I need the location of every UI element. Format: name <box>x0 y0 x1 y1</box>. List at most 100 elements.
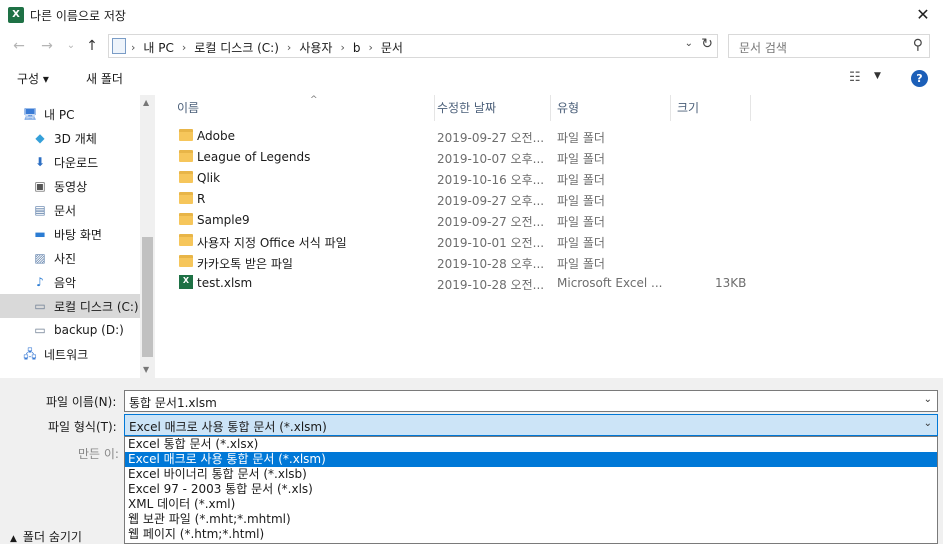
forward-button[interactable]: → <box>38 37 56 55</box>
tree-item[interactable]: ▤ 문서 <box>0 198 140 222</box>
file-name: League of Legends <box>197 150 311 164</box>
column-header-size[interactable]: 크기 <box>669 95 751 121</box>
file-row[interactable]: Sample9 2019-09-27 오전... 파일 폴더 <box>155 210 943 231</box>
picture-icon: ▨ <box>34 251 46 265</box>
close-button[interactable]: ✕ <box>903 0 943 30</box>
file-name: Adobe <box>197 129 235 143</box>
file-list: 이름 ^ 수정한 날짜 유형 크기 Adobe 2019-09-27 오전... 파… <box>155 95 943 378</box>
filetype-option[interactable]: Excel 97 - 2003 통합 문서 (*.xls) <box>125 482 937 497</box>
tree-item[interactable]: ▨ 사진 <box>0 246 140 270</box>
tree-item[interactable]: 🖥 내 PC <box>0 102 140 126</box>
tree-item-label: 내 PC <box>44 107 75 122</box>
recent-locations-dropdown[interactable]: ⌄ <box>62 37 80 55</box>
authors-label: 만든 이: <box>78 447 119 461</box>
back-button[interactable]: ← <box>10 37 28 55</box>
nav-pane-scrollbar[interactable]: ▲ ▼ <box>140 95 155 378</box>
file-type: 파일 폴더 <box>557 131 605 145</box>
filetype-dropdown-icon[interactable]: ⌄ <box>924 418 932 429</box>
file-date: 2019-10-28 오전... <box>437 278 545 292</box>
file-type: 파일 폴더 <box>557 152 605 166</box>
tree-item-label: 사진 <box>54 251 77 266</box>
file-name: 사용자 지정 Office 서식 파일 <box>197 236 347 250</box>
column-header-name[interactable]: 이름 ^ <box>169 95 435 121</box>
filetype-option[interactable]: Excel 바이너리 통합 문서 (*.xlsb) <box>125 467 937 482</box>
tree-item[interactable]: ▣ 동영상 <box>0 174 140 198</box>
tree-item[interactable]: ♪ 음악 <box>0 270 140 294</box>
breadcrumb-separator-icon[interactable]: › <box>340 41 344 54</box>
folder-icon <box>179 255 193 267</box>
command-toolbar: 구성 ▾ 새 폴더 ☷ ▼ ? <box>0 62 943 94</box>
address-dropdown-icon[interactable]: ⌄ <box>685 38 693 49</box>
filename-dropdown-icon[interactable]: ⌄ <box>924 394 932 405</box>
file-row[interactable]: R 2019-09-27 오후... 파일 폴더 <box>155 189 943 210</box>
scroll-thumb[interactable] <box>142 237 153 357</box>
new-folder-button[interactable]: 새 폴더 <box>86 70 123 87</box>
search-icon[interactable]: ⚲ <box>913 37 923 53</box>
search-placeholder: 문서 검색 <box>739 41 787 55</box>
file-row[interactable]: League of Legends 2019-10-07 오후... 파일 폴더 <box>155 147 943 168</box>
breadcrumb-item[interactable]: 문서 <box>381 39 403 56</box>
column-header-date[interactable]: 수정한 날짜 <box>429 95 551 121</box>
scroll-up-icon[interactable]: ▲ <box>143 98 149 107</box>
tree-item[interactable]: ▬ 바탕 화면 <box>0 222 140 246</box>
help-icon[interactable]: ? <box>911 70 928 87</box>
breadcrumb-separator-icon[interactable]: › <box>368 41 372 54</box>
filename-field[interactable]: 통합 문서1.xlsm ⌄ <box>124 390 938 412</box>
breadcrumb-separator-icon[interactable]: › <box>131 41 135 54</box>
filetype-option[interactable]: Excel 통합 문서 (*.xlsx) <box>125 437 937 452</box>
file-name: test.xlsm <box>197 276 253 290</box>
up-button[interactable]: ↑ <box>83 37 101 55</box>
breadcrumb-item[interactable]: 로컬 디스크 (C:) <box>194 39 279 56</box>
filetype-option[interactable]: 웹 보관 파일 (*.mht;*.mhtml) <box>125 512 937 527</box>
breadcrumb-item[interactable]: 사용자 <box>299 39 332 56</box>
tree-item[interactable]: ⬇ 다운로드 <box>0 150 140 174</box>
folder-icon <box>179 192 193 204</box>
filetype-select[interactable]: Excel 매크로 사용 통합 문서 (*.xlsm) ⌄ <box>124 414 938 436</box>
filetype-option[interactable]: Excel 매크로 사용 통합 문서 (*.xlsm) <box>125 452 937 467</box>
hide-folders-button[interactable]: ▲ 폴더 숨기기 <box>10 528 82 544</box>
column-size-label: 크기 <box>677 101 700 115</box>
scroll-down-icon[interactable]: ▼ <box>143 365 149 374</box>
file-type: Microsoft Excel ... <box>557 276 663 290</box>
filename-value: 통합 문서1.xlsm <box>129 396 217 410</box>
organize-button[interactable]: 구성 ▾ <box>17 70 49 87</box>
view-dropdown-icon[interactable]: ▼ <box>874 71 881 81</box>
excel-file-icon: X <box>179 275 193 289</box>
file-date: 2019-09-27 오전... <box>437 215 545 229</box>
refresh-icon[interactable]: ↻ <box>701 36 713 52</box>
tree-item[interactable]: ▭ 로컬 디스크 (C:) <box>0 294 140 318</box>
cube-icon: ◆ <box>35 131 45 145</box>
column-header-type[interactable]: 유형 <box>549 95 671 121</box>
filetype-option[interactable]: 웹 페이지 (*.htm;*.html) <box>125 527 937 542</box>
file-row[interactable]: 사용자 지정 Office 서식 파일 2019-10-01 오전... 파일 폴더 <box>155 231 943 252</box>
filetype-options-list: Excel 통합 문서 (*.xlsx) Excel 매크로 사용 통합 문서 (… <box>124 436 938 544</box>
document-location-icon <box>112 38 126 54</box>
breadcrumb-item[interactable]: b <box>353 41 361 55</box>
tree-item[interactable]: ▭ backup (D:) <box>0 318 140 342</box>
file-size: 13KB <box>715 276 747 290</box>
search-input[interactable]: 문서 검색 ⚲ <box>728 34 930 58</box>
column-date-label: 수정한 날짜 <box>437 101 497 115</box>
view-options-icon[interactable]: ☷ <box>849 70 861 85</box>
file-row[interactable]: 카카오톡 받은 파일 2019-10-28 오후... 파일 폴더 <box>155 252 943 273</box>
desktop-icon: ▬ <box>34 227 46 241</box>
tree-item[interactable]: ◆ 3D 개체 <box>0 126 140 150</box>
breadcrumb-separator-icon[interactable]: › <box>182 41 186 54</box>
filetype-option[interactable]: XML 데이터 (*.xml) <box>125 497 937 512</box>
tree-item[interactable]: 🖧 네트워크 <box>0 342 140 366</box>
file-row[interactable]: Xtest.xlsm 2019-10-28 오전... Microsoft Exce… <box>155 273 943 294</box>
file-row[interactable]: Adobe 2019-09-27 오전... 파일 폴더 <box>155 126 943 147</box>
file-row[interactable]: Qlik 2019-10-16 오후... 파일 폴더 <box>155 168 943 189</box>
sort-ascending-icon: ^ <box>310 95 318 105</box>
file-name: R <box>197 192 206 206</box>
breadcrumb-item[interactable]: 내 PC <box>143 39 173 56</box>
column-name-label: 이름 <box>177 101 200 115</box>
tree-item-label: 로컬 디스크 (C:) <box>54 299 139 314</box>
breadcrumb-separator-icon[interactable]: › <box>287 41 291 54</box>
folder-icon <box>179 171 193 183</box>
address-bar[interactable]: › 내 PC › 로컬 디스크 (C:) › 사용자 › b › 문서 ⌄ ↻ <box>108 34 718 58</box>
file-date: 2019-09-27 오전... <box>437 131 545 145</box>
music-icon: ♪ <box>36 275 44 289</box>
filename-label: 파일 이름(N): <box>46 395 117 409</box>
tree-item-label: 다운로드 <box>54 155 99 170</box>
